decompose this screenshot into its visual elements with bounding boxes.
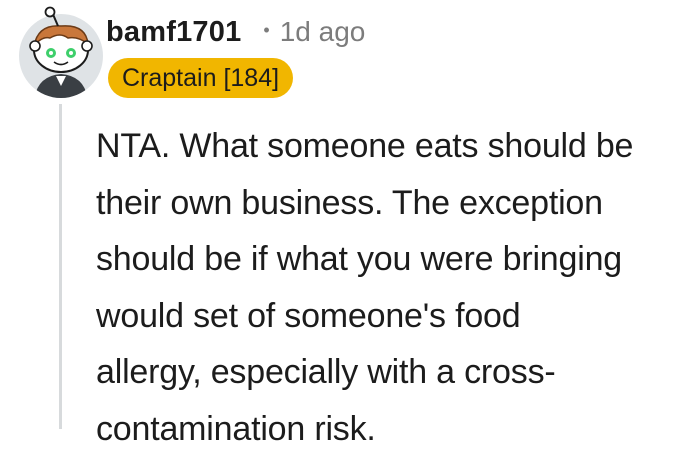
comment-body: NTA. What someone eats should be their o… [96, 118, 696, 457]
comment-body-line: NTA. What someone eats should be [96, 118, 696, 175]
comment-meta: bamf1701 • 1d ago [106, 10, 365, 54]
thread-line[interactable] [59, 104, 62, 429]
comment-body-line: allergy, especially with a cross- [96, 344, 696, 401]
user-avatar[interactable] [16, 6, 106, 100]
snoo-avatar-icon [16, 6, 106, 100]
timestamp[interactable]: 1d ago [280, 16, 366, 48]
username-link[interactable]: bamf1701 [106, 16, 241, 49]
comment-body-line: their own business. The exception [96, 175, 696, 232]
comment-body-line: would set of someone's food [96, 288, 696, 345]
comment-body-line: should be if what you were bringing [96, 231, 696, 288]
user-flair-badge: Craptain [184] [108, 58, 293, 98]
separator-dot: • [263, 20, 269, 41]
